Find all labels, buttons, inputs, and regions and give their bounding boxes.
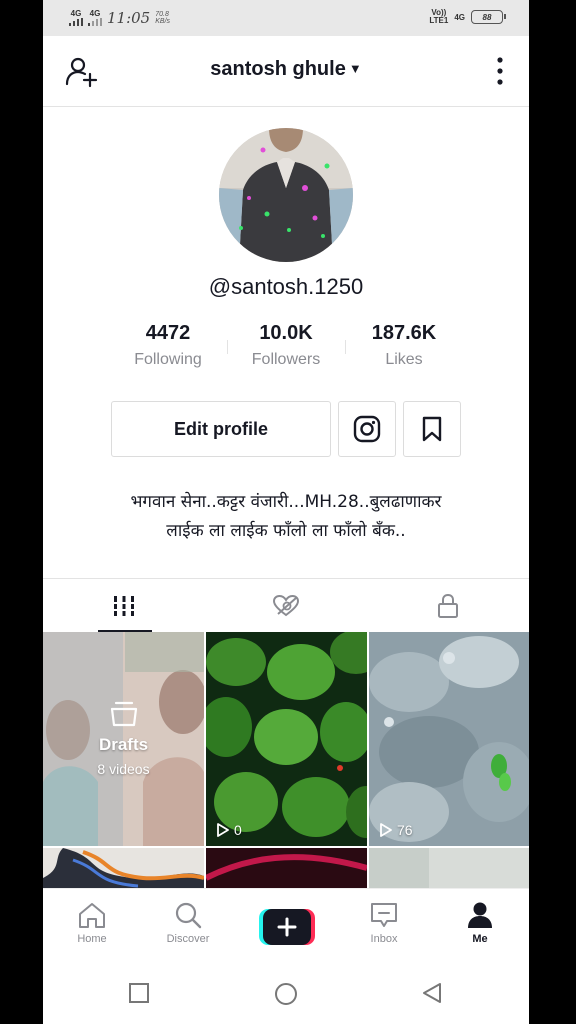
video-tile[interactable] [369, 848, 529, 892]
account-switcher[interactable]: santosh ghule ▼ [43, 58, 529, 81]
favorites-button[interactable] [403, 401, 461, 457]
more-vertical-icon[interactable] [495, 56, 505, 86]
clock: 11:05 [107, 9, 151, 27]
phone-screen: 4G 4G 11:05 70.8 KB/s Vo)) LTE1 4G 88 sa… [43, 0, 529, 1024]
nav-discover[interactable]: Discover [153, 901, 223, 945]
status-bar: 4G 4G 11:05 70.8 KB/s Vo)) LTE1 4G 88 [43, 0, 529, 36]
page-title: santosh ghule [210, 58, 346, 80]
video-thumbnail [206, 848, 367, 892]
tab-liked[interactable] [205, 579, 367, 633]
content-tabs [43, 578, 529, 633]
system-navigation [43, 958, 529, 1024]
grid-icon [112, 596, 136, 616]
signal-bars-icon [69, 18, 83, 26]
drafts-icon [110, 701, 137, 727]
profile-header: santosh ghule ▼ [43, 36, 529, 107]
volte-indicator: Vo)) LTE1 [429, 8, 449, 25]
inbox-icon [371, 903, 397, 927]
avatar[interactable] [219, 128, 353, 262]
tab-private[interactable] [367, 579, 529, 633]
signal-indicator-2: 4G [88, 10, 102, 26]
edit-profile-button[interactable]: Edit profile [111, 401, 331, 457]
bookmark-icon [422, 416, 442, 442]
stat-divider [345, 340, 346, 354]
battery-icon: 88 [471, 10, 506, 24]
instagram-button[interactable] [338, 401, 396, 457]
nav-home[interactable]: Home [57, 901, 127, 945]
nav-me[interactable]: Me [445, 901, 515, 945]
stat-following[interactable]: 4472 Following [113, 322, 223, 369]
profile-icon [468, 902, 492, 928]
lock-icon [438, 593, 458, 618]
view-count: 0 [216, 822, 242, 838]
nav-inbox[interactable]: Inbox [349, 901, 419, 945]
stat-divider [227, 340, 228, 354]
video-thumbnail [206, 632, 367, 846]
drafts-tile[interactable]: Drafts 8 videos [43, 632, 204, 846]
instagram-icon [353, 415, 381, 443]
video-tile[interactable] [206, 848, 367, 892]
create-plus-icon[interactable] [259, 909, 315, 945]
video-thumbnail [43, 848, 204, 892]
video-thumbnail [369, 848, 529, 892]
network-type: 4G [454, 12, 465, 22]
video-thumbnail [369, 632, 529, 846]
avatar-image [219, 128, 353, 262]
network-speed: 70.8 KB/s [155, 11, 171, 25]
signal-indicator-1: 4G [69, 10, 83, 26]
caret-down-icon: ▼ [348, 61, 362, 76]
view-count: 76 [379, 822, 413, 838]
recents-icon[interactable] [128, 982, 150, 1004]
stat-followers[interactable]: 10.0K Followers [231, 322, 341, 369]
video-tile[interactable] [43, 848, 204, 892]
video-grid: Drafts 8 videos 0 76 [43, 632, 529, 892]
stat-likes[interactable]: 187.6K Likes [349, 322, 459, 369]
username-handle: @santosh.1250 [208, 274, 364, 299]
liked-hidden-icon [272, 594, 300, 617]
profile-stats: 4472 Following 10.0K Followers 187.6K Li… [43, 322, 529, 378]
bottom-nav: Home Discover Inbox Me [43, 888, 529, 959]
search-icon [175, 902, 202, 929]
signal-bars-icon [88, 18, 102, 26]
back-icon[interactable] [421, 982, 443, 1004]
play-icon [380, 823, 392, 837]
play-icon [217, 823, 229, 837]
profile-bio: भगवान सेना..कट्टर वंजारी...MH.28..बुलढाण… [130, 492, 442, 541]
home-icon [79, 903, 105, 928]
video-tile[interactable]: 0 [206, 632, 367, 846]
video-tile[interactable]: 76 [369, 632, 529, 846]
home-circle-icon[interactable] [274, 982, 298, 1006]
tab-videos[interactable] [43, 579, 205, 633]
